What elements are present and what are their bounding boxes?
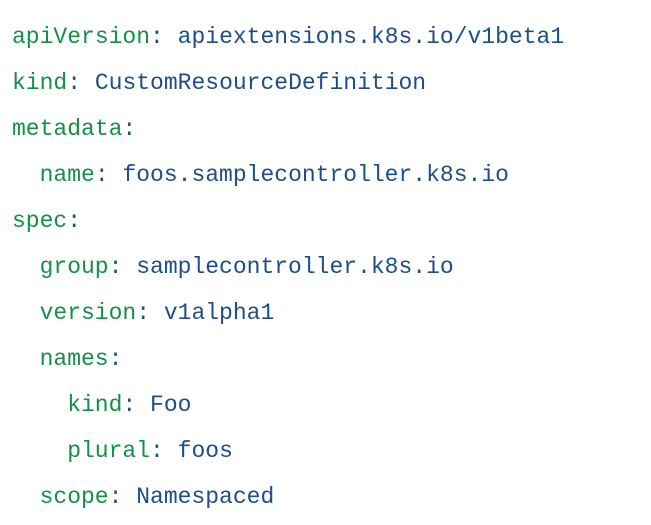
line-spec-names: names: — [12, 346, 122, 372]
line-spec-version: version: v1alpha1 — [12, 300, 274, 326]
yaml-key: plural — [67, 438, 150, 464]
line-spec-names-kind: kind: Foo — [12, 392, 191, 418]
yaml-snippet: apiVersion: apiextensions.k8s.io/v1beta1… — [0, 0, 651, 525]
yaml-value: apiextensions.k8s.io/v1beta1 — [178, 24, 564, 50]
yaml-key: names — [40, 346, 109, 372]
yaml-key: kind — [12, 70, 67, 96]
line-metadata: metadata: — [12, 116, 136, 142]
yaml-key: metadata — [12, 116, 122, 142]
line-spec-group: group: samplecontroller.k8s.io — [12, 254, 454, 280]
yaml-key: spec — [12, 208, 67, 234]
yaml-value: samplecontroller.k8s.io — [136, 254, 453, 280]
yaml-value: foos.samplecontroller.k8s.io — [122, 162, 508, 188]
yaml-value: CustomResourceDefinition — [95, 70, 426, 96]
line-spec-names-plural: plural: foos — [12, 438, 233, 464]
yaml-key: name — [40, 162, 95, 188]
line-kind: kind: CustomResourceDefinition — [12, 70, 426, 96]
yaml-key: version — [40, 300, 137, 326]
yaml-key: scope — [40, 484, 109, 510]
yaml-value: Namespaced — [136, 484, 274, 510]
line-apiversion: apiVersion: apiextensions.k8s.io/v1beta1 — [12, 24, 564, 50]
line-metadata-name: name: foos.samplecontroller.k8s.io — [12, 162, 509, 188]
yaml-key: group — [40, 254, 109, 280]
yaml-key: apiVersion — [12, 24, 150, 50]
yaml-value: Foo — [150, 392, 191, 418]
line-spec-scope: scope: Namespaced — [12, 484, 274, 510]
yaml-key: kind — [67, 392, 122, 418]
yaml-value: v1alpha1 — [164, 300, 274, 326]
yaml-value: foos — [178, 438, 233, 464]
line-spec: spec: — [12, 208, 81, 234]
